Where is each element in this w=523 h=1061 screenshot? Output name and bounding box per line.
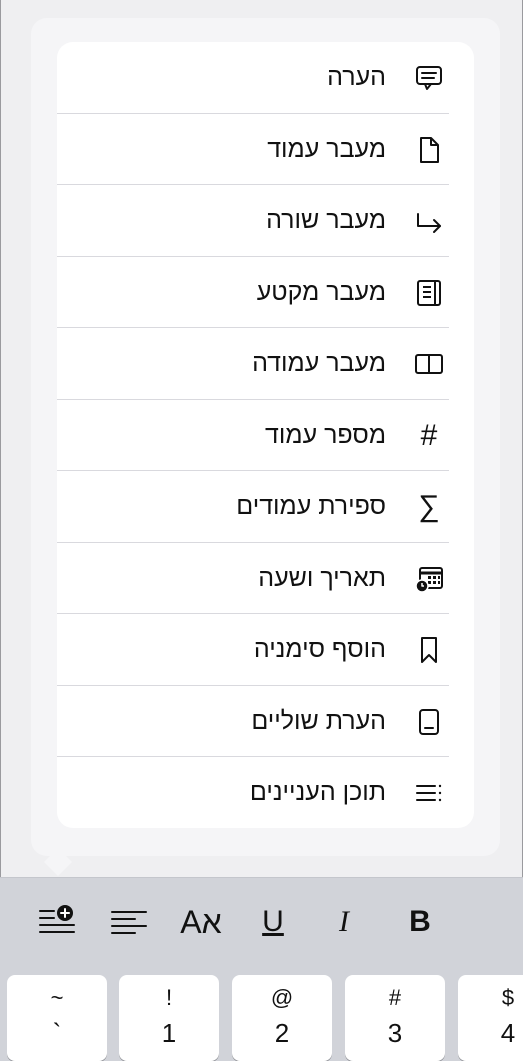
hash-glyph: # — [420, 418, 438, 452]
align-left-icon — [109, 902, 149, 942]
section-icon — [414, 278, 444, 308]
format-toolbar: Aא U I B — [0, 877, 523, 964]
key-shift-label: ! — [165, 985, 173, 1010]
menu-item-label: מעבר עמודה — [252, 349, 386, 377]
italic-button[interactable]: I — [329, 902, 359, 942]
key-label: 1 — [161, 1018, 177, 1048]
key-label: 3 — [387, 1018, 403, 1048]
bookmark-icon — [414, 635, 444, 665]
menu-item-label: מעבר מקטע — [256, 277, 386, 306]
menu-item-column-break[interactable]: מעבר עמודה — [57, 328, 474, 400]
underline-label: U — [262, 905, 284, 938]
key-label: ` — [52, 1018, 62, 1048]
menu-item-page-break[interactable]: מעבר עמוד — [57, 114, 474, 185]
menu-item-label: הערה — [327, 63, 386, 91]
bold-label: B — [409, 905, 431, 938]
calendar-clock-icon — [414, 564, 444, 594]
menu-item-footnote[interactable]: הערת שוליים — [57, 686, 474, 757]
page-icon — [414, 135, 444, 165]
menu-item-label: תאריך ושעה — [258, 563, 386, 592]
font-label: Aא — [180, 903, 222, 940]
table-of-contents-icon — [414, 778, 444, 808]
italic-label: I — [339, 905, 349, 938]
bold-button[interactable]: B — [402, 902, 438, 942]
keyboard: ~ ` ! 1 @ 2 # 3 $ 4 — [0, 963, 523, 1061]
menu-item-page-count[interactable]: ספירת עמודים ∑ — [57, 471, 474, 543]
key-1[interactable]: ! 1 — [119, 975, 219, 1061]
menu-item-label: תוכן העניינים — [249, 778, 386, 806]
menu-item-label: הערת שוליים — [251, 706, 386, 735]
menu-item-add-bookmark[interactable]: הוסף סימניה — [57, 614, 474, 686]
key-shift-label: $ — [501, 985, 515, 1010]
key-label: 4 — [500, 1018, 516, 1048]
font-button[interactable]: Aא — [174, 902, 228, 942]
key-shift-label: ~ — [50, 985, 64, 1010]
key-4[interactable]: $ 4 — [458, 975, 523, 1061]
footnote-icon — [414, 707, 444, 737]
key-label: 2 — [274, 1018, 290, 1048]
menu-item-section-break[interactable]: מעבר מקטע — [57, 257, 474, 328]
key-3[interactable]: # 3 — [345, 975, 445, 1061]
insert-plus-icon — [37, 902, 77, 942]
paragraph-alignment-button[interactable] — [108, 902, 150, 942]
underline-button[interactable]: U — [255, 902, 291, 942]
key-shift-label: @ — [270, 985, 294, 1010]
key-2[interactable]: @ 2 — [232, 975, 332, 1061]
menu-item-label: הוסף סימניה — [253, 635, 386, 663]
key-shift-label: # — [388, 985, 402, 1010]
menu-item-page-number[interactable]: מספר עמוד # — [57, 400, 474, 471]
menu-item-label: מספר עמוד — [265, 420, 386, 449]
key-backtick[interactable]: ~ ` — [7, 975, 107, 1061]
hash-icon: # — [414, 418, 444, 452]
menu-item-label: ספירת עמודים — [236, 492, 386, 520]
menu-item-date-time[interactable]: תאריך ושעה — [57, 543, 474, 614]
menu-item-label: מעבר עמוד — [267, 134, 386, 163]
menu-item-table-of-contents[interactable]: תוכן העניינים — [57, 757, 474, 828]
comment-icon — [414, 63, 444, 93]
line-break-arrow-icon — [414, 206, 444, 236]
column-icon — [414, 349, 444, 379]
insert-menu: הערה מעבר עמוד מעבר שורה מעבר מקטע מעבר … — [57, 42, 474, 828]
menu-item-line-break[interactable]: מעבר שורה — [57, 185, 474, 257]
insert-button[interactable] — [36, 902, 78, 942]
menu-item-comment[interactable]: הערה — [57, 42, 474, 114]
sigma-icon: ∑ — [414, 492, 444, 522]
menu-item-label: מעבר שורה — [266, 206, 386, 234]
sigma-glyph: ∑ — [418, 490, 440, 523]
